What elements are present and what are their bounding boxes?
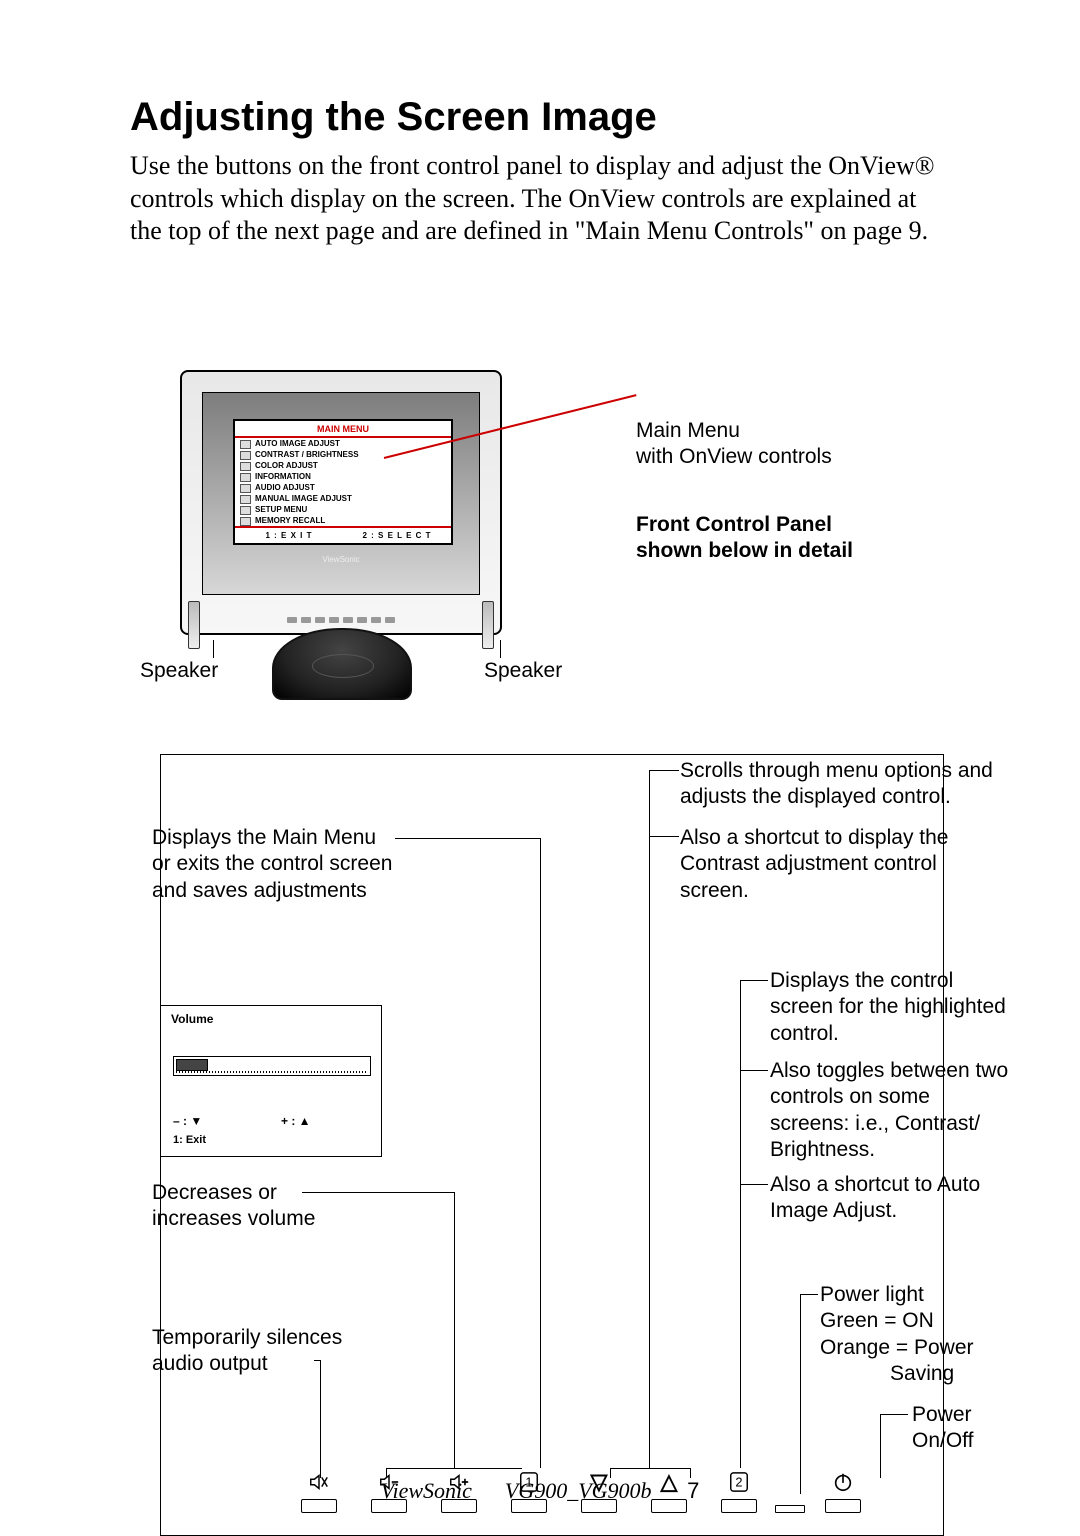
volume-bar	[173, 1056, 371, 1076]
osd-item: AUDIO ADJUST	[235, 482, 451, 493]
leader-line	[800, 1294, 801, 1494]
label-speaker-right: Speaker	[484, 658, 562, 684]
volume-title: Volume	[171, 1012, 213, 1026]
osd-footer-select: 2 : S E L E C T	[343, 528, 451, 543]
leader-line	[740, 980, 768, 981]
leader-line	[395, 838, 540, 839]
label-main-menu: Main Menu with OnView controls	[636, 418, 832, 471]
leader-line	[649, 770, 679, 771]
monitor-brand: ViewSonic	[203, 555, 479, 564]
label-power-light: Power light Green = ON Orange = Power Sa…	[820, 1282, 974, 1387]
label-speaker-left: Speaker	[140, 658, 218, 684]
osd-item: MANUAL IMAGE ADJUST	[235, 493, 451, 504]
volume-exit-hint: 1: Exit	[173, 1134, 206, 1146]
label-volume: Decreases or increases volume	[152, 1180, 315, 1233]
osd-item: COLOR ADJUST	[235, 460, 451, 471]
label-front-control-panel: Front Control Panel shown below in detai…	[636, 512, 853, 565]
page: Adjusting the Screen Image Use the butto…	[0, 0, 1080, 1528]
footer-page-number: 7	[687, 1478, 699, 1503]
leader-line	[213, 640, 214, 658]
leader-line	[386, 1468, 522, 1469]
label-btn2-a: Displays the control screen for the high…	[770, 968, 1006, 1047]
volume-minus-hint: – : ▼	[173, 1114, 202, 1128]
intro-paragraph: Use the buttons on the front control pan…	[130, 150, 940, 248]
footer-brand: ViewSonic	[381, 1478, 472, 1503]
leader-line	[740, 1184, 768, 1185]
label-power: Power On/Off	[912, 1402, 973, 1455]
label-contrast-shortcut: Also a shortcut to display the Contrast …	[680, 825, 948, 904]
leader-line	[740, 980, 741, 1468]
leader-line	[880, 1414, 881, 1478]
osd-item: MEMORY RECALL	[235, 515, 451, 526]
power-led	[775, 1505, 805, 1513]
leader-line	[320, 1360, 321, 1478]
leader-line	[740, 1070, 768, 1071]
osd-item: CONTRAST / BRIGHTNESS	[235, 449, 451, 460]
leader-line	[302, 1192, 454, 1193]
footer-model: VG900_VG900b	[505, 1478, 652, 1503]
volume-plus-hint: + : ▲	[281, 1114, 311, 1128]
osd-footer-exit: 1 : E X I T	[235, 528, 343, 543]
label-scroll: Scrolls through menu options and adjusts…	[680, 758, 993, 811]
leader-line	[880, 1414, 908, 1415]
leader-line	[649, 836, 679, 837]
monitor-stand	[272, 628, 412, 700]
osd-title: MAIN MENU	[235, 421, 451, 438]
label-btn2-c: Also a shortcut to Auto Image Adjust.	[770, 1172, 980, 1225]
page-footer: ViewSonic VG900_VG900b 7	[0, 1478, 1080, 1504]
leader-line	[800, 1294, 818, 1295]
leader-line	[610, 1468, 690, 1469]
leader-line	[540, 838, 541, 1468]
leader-line	[649, 770, 650, 1468]
label-btn2-b: Also toggles between two controls on som…	[770, 1058, 1008, 1163]
label-mute: Temporarily silences audio output	[152, 1325, 342, 1378]
osd-main-menu: MAIN MENU AUTO IMAGE ADJUST CONTRAST / B…	[233, 419, 453, 545]
volume-osd: Volume – : ▼ + : ▲ 1: Exit	[160, 1005, 382, 1157]
leader-line	[690, 1468, 691, 1478]
monitor-illustration: MAIN MENU AUTO IMAGE ADJUST CONTRAST / B…	[180, 370, 502, 635]
osd-item: INFORMATION	[235, 471, 451, 482]
page-heading: Adjusting the Screen Image	[130, 95, 657, 140]
leader-line	[454, 1192, 455, 1468]
leader-line	[386, 1468, 387, 1478]
label-menu-button-1: Displays the Main Menu or exits the cont…	[152, 825, 392, 904]
osd-item: SETUP MENU	[235, 504, 451, 515]
leader-line	[500, 640, 501, 658]
leader-line	[610, 1468, 611, 1478]
